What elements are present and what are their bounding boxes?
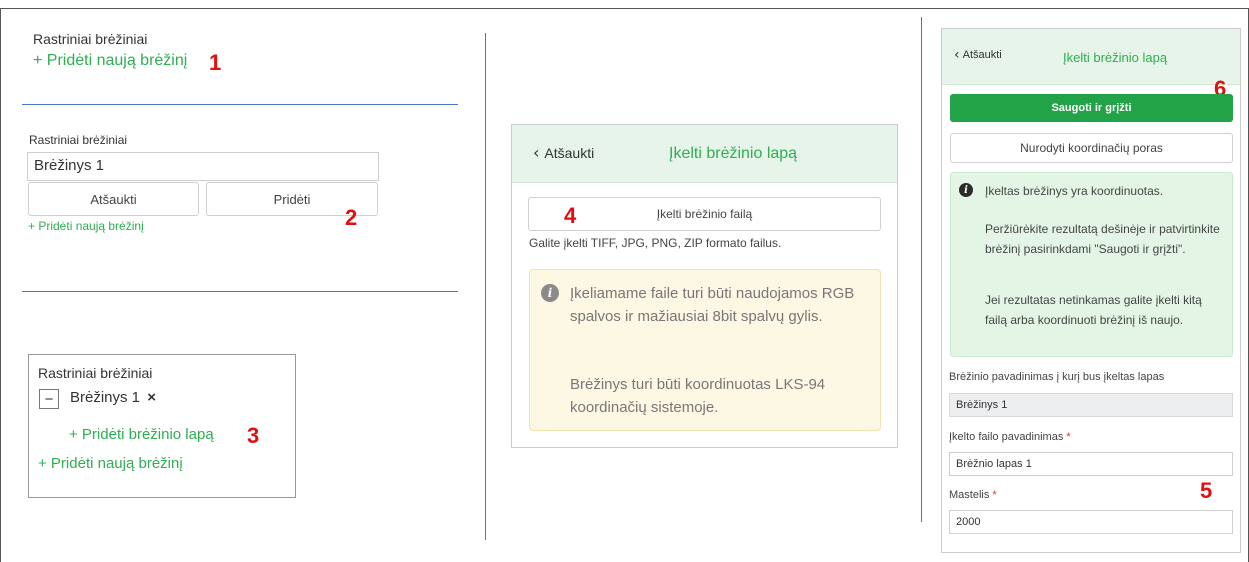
file-name-input[interactable]: Brėžnio lapas 1	[949, 452, 1233, 476]
required-mark: *	[1066, 431, 1071, 443]
scale-label: Mastelis *	[949, 489, 997, 501]
drawing-name-label: Brėžinio pavadinimas į kurį bus įkeltas …	[949, 371, 1165, 383]
collapse-minus-icon[interactable]: −	[39, 389, 59, 409]
back-label: Atšaukti	[962, 49, 1002, 61]
scale-label-text: Mastelis	[949, 489, 990, 501]
section3-title: Rastriniai brėžiniai	[38, 365, 153, 381]
scale-input[interactable]: 2000	[949, 510, 1233, 534]
add-new-drawing-link[interactable]: + Pridėti naują brėžinį	[28, 219, 144, 233]
file-name-label: Įkelto failo pavadinimas *	[949, 431, 1071, 443]
section2-title: Rastriniai brėžiniai	[29, 133, 128, 147]
step-marker-3: 3	[247, 423, 260, 448]
info-icon: i	[959, 183, 973, 197]
info-icon: i	[541, 284, 559, 302]
coordinate-pairs-button[interactable]: Nurodyti koordinačių poras	[950, 133, 1233, 163]
formats-hint: Galite įkelti TIFF, JPG, PNG, ZIP format…	[529, 236, 782, 250]
info-text-2: Peržiūrėkite rezultatą dešinėje ir patvi…	[985, 222, 1220, 256]
section1-title: Rastriniai brėžiniai	[33, 31, 148, 47]
add-new-drawing-link[interactable]: + Pridėti naują brėžinį	[38, 455, 183, 472]
warning-text-2: Brėžinys turi būti koordinuotas LKS-94 k…	[570, 376, 826, 416]
cancel-button[interactable]: Atšaukti	[28, 182, 199, 216]
upload-file-button[interactable]: Įkelti brėžinio failą	[528, 197, 881, 231]
warning-text-1: Įkeliamame faile turi būti naudojamos RG…	[570, 285, 855, 325]
add-new-drawing-link[interactable]: + Pridėti naują brėžinį	[33, 52, 187, 70]
chevron-left-icon: ‹	[954, 47, 960, 63]
step-marker-2: 2	[345, 205, 358, 230]
back-label: Atšaukti	[544, 144, 595, 161]
info-text-1: Įkeltas brėžinys yra koordinuotas.	[985, 184, 1164, 198]
column-divider	[485, 33, 486, 540]
section-divider	[22, 104, 458, 105]
chevron-left-icon: ‹	[533, 143, 540, 162]
section-divider	[22, 291, 458, 292]
save-and-return-button[interactable]: Saugoti ir grįžti	[950, 94, 1233, 122]
back-button[interactable]: ‹ Atšaukti	[954, 47, 1002, 63]
back-button[interactable]: ‹ Atšaukti	[533, 143, 594, 162]
step-marker-4: 4	[564, 203, 577, 228]
panel-title: Įkelti brėžinio lapą	[669, 145, 798, 162]
required-mark: *	[992, 489, 997, 501]
panel-title: Įkelti brėžinio lapą	[1063, 50, 1168, 65]
info-text-3: Jei rezultatas netinkamas galite įkelti …	[985, 293, 1202, 327]
step-marker-1: 1	[209, 50, 222, 75]
drawing-name-input[interactable]: Brėžinys 1	[27, 152, 379, 181]
drawing-tree-item: Brėžinys 1 ×	[70, 389, 156, 406]
step-marker-5: 5	[1200, 478, 1213, 503]
drawing-name-label: Brėžinys 1	[70, 389, 141, 406]
add-drawing-sheet-link[interactable]: + Pridėti brėžinio lapą	[69, 426, 214, 443]
file-name-label-text: Įkelto failo pavadinimas	[949, 431, 1064, 443]
drawing-name-field: Brėžinys 1	[949, 393, 1233, 417]
remove-close-icon[interactable]: ×	[147, 389, 156, 406]
column-divider	[921, 17, 922, 522]
